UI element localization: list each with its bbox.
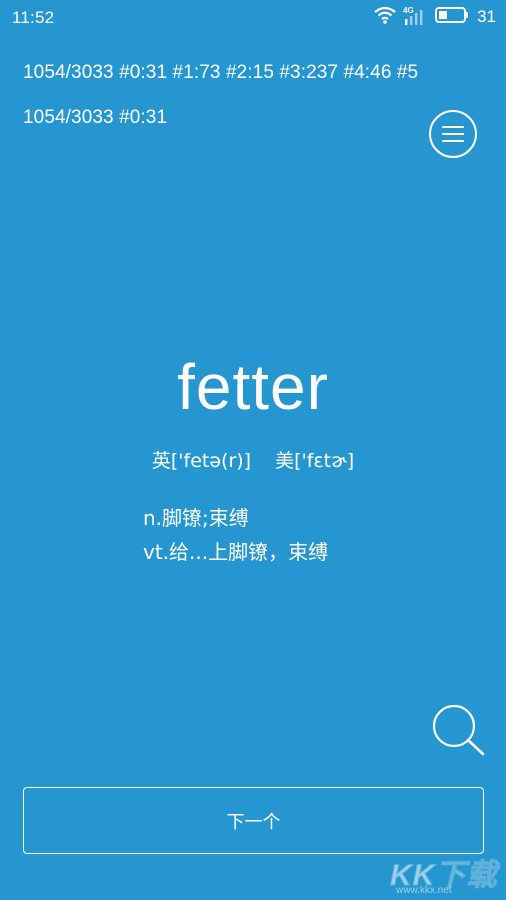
phonetic-us[interactable]: 美['fɛtɚ] [275,450,354,472]
search-icon [432,704,485,756]
watermark-logo: KK下载 www.kkx.net [389,848,502,898]
next-button[interactable]: 下一个 [23,787,484,854]
phonetic-uk[interactable]: 英['fetə(r)] [152,450,251,472]
phonetics: 英['fetə(r)] 美['fɛtɚ] [0,446,506,473]
signal-icon: 4G [403,6,429,27]
search-button[interactable] [430,703,486,757]
stats-line-current: 1054/3033 #0:31 [23,107,168,128]
next-button-label: 下一个 [226,811,281,833]
status-time: 11:52 [12,8,55,27]
word-title: fetter [177,351,329,423]
watermark-url: www.kkx.net [396,885,452,896]
stats-line-total: 1054/3033 #0:31 #1:73 #2:15 #3:237 #4:46… [23,62,419,83]
definition-item: vt.给...上脚镣，束缚 [143,540,329,564]
battery-level: 31 [477,7,496,26]
menu-button[interactable] [429,110,477,158]
definition-item: n.脚镣;束缚 [143,506,249,530]
status-icons: 4G 31 [373,6,496,28]
definitions: n.脚镣;束缚 vt.给...上脚镣，束缚 [143,501,328,569]
wifi-icon [373,5,397,30]
battery-icon [435,6,469,29]
status-bar: 11:52 4G 31 [0,0,506,34]
